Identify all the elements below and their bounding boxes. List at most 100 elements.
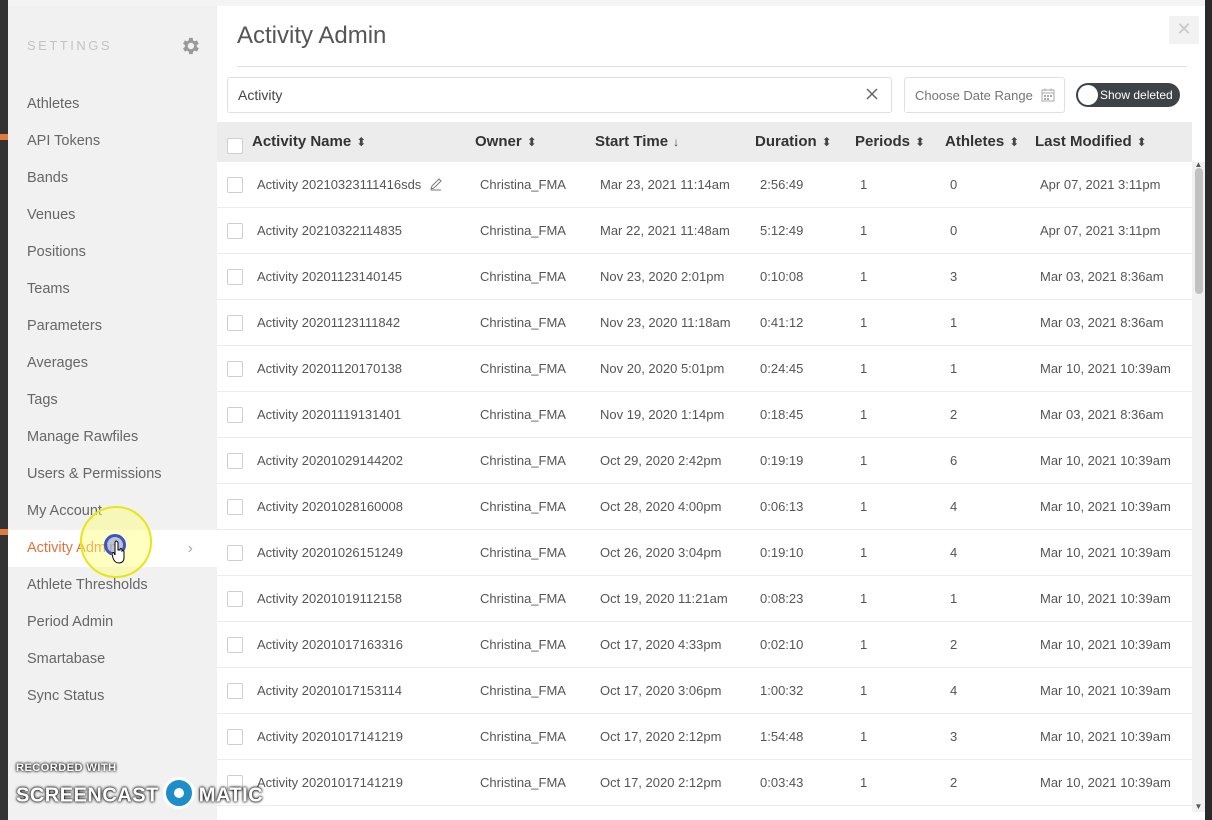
column-header-athletes[interactable]: Athletes ⬍ <box>945 122 1019 162</box>
table-row[interactable]: Activity 20201017141219 Christina_FMA Oct … <box>217 760 1192 806</box>
table-row[interactable]: Activity 20210323111416sds Christina_FMA M… <box>217 162 1192 208</box>
row-checkbox[interactable] <box>227 591 243 607</box>
row-checkbox[interactable] <box>227 315 243 331</box>
cell-activity-name[interactable]: Activity 20201123111842 <box>257 300 400 346</box>
clear-search-icon[interactable] <box>863 85 881 103</box>
cell-athletes: 1 <box>950 591 958 606</box>
column-header-last-modified[interactable]: Last Modified ⬍ <box>1035 122 1147 162</box>
cell-last-modified: Mar 10, 2021 10:39am <box>1040 683 1171 698</box>
cell-activity-name[interactable]: Activity 20201019112158 <box>257 576 402 622</box>
table-row[interactable]: Activity 20201017163316 Christina_FMA Oct … <box>217 622 1192 668</box>
row-checkbox[interactable] <box>227 499 243 515</box>
scrollbar-thumb[interactable] <box>1195 168 1203 294</box>
sidebar-item-tags[interactable]: Tags <box>8 382 217 419</box>
row-checkbox[interactable] <box>227 407 243 423</box>
table-row[interactable]: Activity 20201026151249 Christina_FMA Oct … <box>217 530 1192 576</box>
sidebar-item-teams[interactable]: Teams <box>8 271 217 308</box>
sidebar-item-users-permissions[interactable]: Users & Permissions <box>8 456 217 493</box>
cell-athletes: 2 <box>950 407 958 422</box>
cell-start-time: Nov 23, 2020 2:01pm <box>600 269 725 284</box>
row-checkbox[interactable] <box>227 729 243 745</box>
sidebar-item-bands[interactable]: Bands <box>8 160 217 197</box>
sort-icon: ⬍ <box>1136 135 1147 149</box>
row-checkbox[interactable] <box>227 177 243 193</box>
table-row[interactable]: Activity 20201019112158 Christina_FMA Oct … <box>217 576 1192 622</box>
cell-activity-name[interactable]: Activity 20210322114835 <box>257 208 402 254</box>
table-row[interactable]: Activity 20210322114835 Christina_FMA Mar … <box>217 208 1192 254</box>
cell-owner: Christina_FMA <box>480 591 566 606</box>
table-row[interactable]: Activity 20201028160008 Christina_FMA Oct … <box>217 484 1192 530</box>
cell-activity-name[interactable]: Activity 20201017141219 <box>257 760 403 806</box>
table-row[interactable]: Activity 20201123111842 Christina_FMA Nov … <box>217 300 1192 346</box>
row-checkbox[interactable] <box>227 683 243 699</box>
row-checkbox[interactable] <box>227 269 243 285</box>
cell-activity-name[interactable]: Activity 20201026151249 <box>257 530 403 576</box>
show-deleted-label: Show deleted <box>1100 88 1173 102</box>
column-header-activity-name[interactable]: Activity Name ⬍ <box>252 122 366 162</box>
cell-activity-name[interactable]: Activity 20201017153114 <box>257 668 402 714</box>
search-input[interactable] <box>238 78 848 112</box>
cell-start-time: Oct 26, 2020 3:04pm <box>600 545 722 560</box>
sidebar-item-venues[interactable]: Venues <box>8 197 217 234</box>
row-checkbox[interactable] <box>227 453 243 469</box>
cell-activity-name[interactable]: Activity 20201119131401 <box>257 392 401 438</box>
sidebar-item-api-tokens[interactable]: API Tokens <box>8 123 217 160</box>
table-row[interactable]: Activity 20201017153114 Christina_FMA Oct … <box>217 668 1192 714</box>
edit-pencil-icon[interactable] <box>429 177 443 191</box>
scroll-down-arrow[interactable]: ▼ <box>1194 802 1203 811</box>
column-header-periods[interactable]: Periods ⬍ <box>855 122 925 162</box>
sidebar-item-averages[interactable]: Averages <box>8 345 217 382</box>
cell-activity-name[interactable]: Activity 20210323111416sds <box>257 162 421 208</box>
cell-activity-name[interactable]: Activity 20201120170138 <box>257 346 402 392</box>
cell-last-modified: Mar 10, 2021 10:39am <box>1040 591 1171 606</box>
sidebar-item-parameters[interactable]: Parameters <box>8 308 217 345</box>
cell-athletes: 1 <box>950 315 958 330</box>
vertical-scrollbar[interactable]: ▲ ▼ <box>1192 160 1205 812</box>
cell-activity-name[interactable]: Activity 20201017163316 <box>257 622 403 668</box>
show-deleted-toggle[interactable]: Show deleted <box>1076 83 1180 107</box>
cell-activity-name[interactable]: Activity 20201017141219 <box>257 714 403 760</box>
table-row[interactable]: Activity 20201029144202 Christina_FMA Oct … <box>217 438 1192 484</box>
calendar-icon[interactable] <box>1041 88 1055 102</box>
date-range-input[interactable] <box>915 78 1035 112</box>
date-range-field <box>904 77 1065 113</box>
sidebar-item-positions[interactable]: Positions <box>8 234 217 271</box>
column-header-start-time[interactable]: Start Time ↓ <box>595 122 679 162</box>
sidebar-item-athletes[interactable]: Athletes <box>8 86 217 123</box>
settings-sidebar: SETTINGS Athletes API Tokens Bands Venue… <box>8 6 217 820</box>
table-row[interactable]: Activity 20201120170138 Christina_FMA Nov … <box>217 346 1192 392</box>
gear-icon[interactable] <box>179 35 201 57</box>
column-header-owner[interactable]: Owner ⬍ <box>475 122 537 162</box>
cell-owner: Christina_FMA <box>480 729 566 744</box>
screencast-logo-icon <box>162 777 195 809</box>
sidebar-item-smartabase[interactable]: Smartabase <box>8 641 217 678</box>
cell-activity-name[interactable]: Activity 20201028160008 <box>257 484 403 530</box>
row-checkbox[interactable] <box>227 545 243 561</box>
table-header: Activity Name ⬍ Owner ⬍ Start Time ↓ Durati… <box>217 122 1192 162</box>
activity-table-body: Activity 20210323111416sds Christina_FMA M… <box>217 162 1192 820</box>
sidebar-item-sync-status[interactable]: Sync Status <box>8 678 217 715</box>
sidebar-item-period-admin[interactable]: Period Admin <box>8 604 217 641</box>
select-all-checkbox[interactable] <box>227 138 243 154</box>
table-row[interactable]: Activity 20201119131401 Christina_FMA Nov … <box>217 392 1192 438</box>
column-header-duration[interactable]: Duration ⬍ <box>755 122 832 162</box>
cell-activity-name[interactable]: Activity 20201123140145 <box>257 254 402 300</box>
table-row[interactable]: Activity 20201123140145 Christina_FMA Nov … <box>217 254 1192 300</box>
row-checkbox[interactable] <box>227 361 243 377</box>
sidebar-item-manage-rawfiles[interactable]: Manage Rawfiles <box>8 419 217 456</box>
cell-athletes: 6 <box>950 453 958 468</box>
cell-activity-name[interactable]: Activity 20201029144202 <box>257 438 403 484</box>
cell-start-time: Oct 17, 2020 2:12pm <box>600 775 722 790</box>
sort-icon: ⬍ <box>1009 135 1020 149</box>
cell-athletes: 4 <box>950 545 958 560</box>
title-divider <box>237 66 1187 67</box>
row-checkbox[interactable] <box>227 637 243 653</box>
cell-last-modified: Mar 03, 2021 8:36am <box>1040 407 1164 422</box>
table-row[interactable]: Activity 20201017141219 Christina_FMA Oct … <box>217 714 1192 760</box>
cell-periods: 1 <box>860 683 868 698</box>
close-icon[interactable]: ✕ <box>1169 16 1199 44</box>
cell-owner: Christina_FMA <box>480 637 566 652</box>
sort-icon: ⬍ <box>526 135 537 149</box>
row-checkbox[interactable] <box>227 223 243 239</box>
cell-duration: 0:41:12 <box>760 315 804 330</box>
